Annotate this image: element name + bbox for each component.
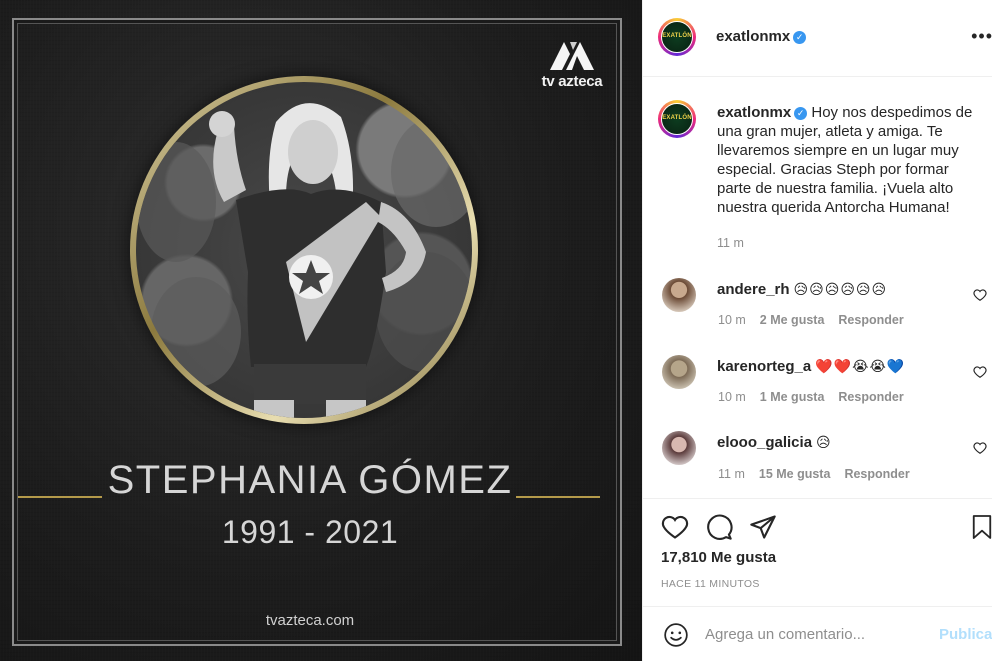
athlete-silhouette: [136, 103, 472, 418]
caption-verified-icon: ✓: [794, 107, 808, 120]
post-header: EXATLÓN exatlonmx ✓ •••: [643, 0, 992, 77]
athlete-photo: [136, 82, 472, 418]
publish-button[interactable]: Publicar: [939, 626, 992, 643]
post-image[interactable]: tv azteca STEPHANIA GÓMEZ 1991 - 2021 tv…: [0, 0, 642, 661]
post-sidebar: EXATLÓN exatlonmx ✓ ••• EXATLÓN exatlonmx…: [642, 0, 992, 661]
memorial-years: 1991 - 2021: [221, 514, 399, 550]
header-avatar[interactable]: EXATLÓN: [658, 18, 696, 56]
comment-username[interactable]: andere_rh: [717, 281, 790, 298]
post-caption: exatlonmx ✓ Hoy nos despedimos de una gra…: [717, 103, 985, 217]
like-heart-icon[interactable]: [661, 513, 689, 541]
portrait-ring: [130, 76, 478, 424]
post-timestamp[interactable]: HACE 11 MINUTOS: [661, 578, 760, 590]
comment-text: elooo_galicia 😥: [717, 434, 832, 451]
comment-likes[interactable]: 2 Me gusta: [760, 313, 825, 327]
comment-avatar[interactable]: [662, 355, 696, 389]
comment-emoji: ❤️❤️😭😭💙: [815, 358, 906, 374]
comment-meta: 10 m 2 Me gusta Responder: [718, 313, 918, 327]
comment-bubble-icon[interactable]: [705, 513, 733, 541]
share-send-icon[interactable]: [749, 513, 777, 541]
comment-text: andere_rh 😥😥😥😥😥😥: [717, 281, 887, 298]
header-username[interactable]: exatlonmx: [716, 28, 790, 45]
comment-like-heart-icon[interactable]: [973, 365, 987, 379]
reply-button[interactable]: Responder: [838, 390, 903, 404]
reply-button[interactable]: Responder: [844, 467, 909, 481]
caption-avatar[interactable]: EXATLÓN: [658, 100, 696, 138]
header-user: exatlonmx ✓: [716, 28, 807, 46]
comment-meta: 10 m 1 Me gusta Responder: [718, 390, 918, 404]
add-comment-bar: Publicar: [643, 606, 992, 662]
brand-text: tv azteca: [541, 73, 603, 90]
comment-input[interactable]: [705, 626, 915, 643]
comment-emoji: 😥: [816, 434, 832, 450]
caption-avatar-logo-text: EXATLÓN: [662, 115, 692, 121]
comment-meta: 11 m 15 Me gusta Responder: [718, 467, 924, 481]
tv-azteca-emblem-icon: [550, 42, 594, 70]
avatar-logo-text: EXATLÓN: [662, 33, 692, 39]
emoji-smiley-icon[interactable]: [663, 622, 689, 648]
comment-likes[interactable]: 1 Me gusta: [760, 390, 825, 404]
save-bookmark-icon[interactable]: [971, 513, 992, 541]
memorial-name: STEPHANIA GÓMEZ: [107, 458, 513, 502]
site-url: tvazteca.com: [265, 612, 355, 629]
likes-count[interactable]: 17,810 Me gusta: [661, 549, 776, 566]
comment-username[interactable]: elooo_galicia: [717, 434, 812, 451]
comment-likes[interactable]: 15 Me gusta: [759, 467, 831, 481]
comment-like-heart-icon[interactable]: [973, 441, 987, 455]
verified-badge-icon: ✓: [793, 31, 807, 44]
comment-time[interactable]: 10 m: [718, 390, 746, 404]
comment-like-heart-icon[interactable]: [973, 288, 987, 302]
comment-avatar[interactable]: [662, 278, 696, 312]
caption-time[interactable]: 11 m: [717, 236, 744, 250]
reply-button[interactable]: Responder: [838, 313, 903, 327]
comment-text: karenorteg_a ❤️❤️😭😭💙: [717, 358, 905, 375]
comment-emoji: 😥😥😥😥😥😥: [793, 281, 888, 297]
tv-azteca-logo: tv azteca: [540, 40, 604, 90]
comment-time[interactable]: 11 m: [718, 467, 745, 481]
comment-avatar[interactable]: [662, 431, 696, 465]
comment-time[interactable]: 10 m: [718, 313, 746, 327]
more-options-icon[interactable]: •••: [971, 26, 992, 47]
comment-username[interactable]: karenorteg_a: [717, 358, 811, 375]
caption-username[interactable]: exatlonmx: [717, 104, 791, 121]
